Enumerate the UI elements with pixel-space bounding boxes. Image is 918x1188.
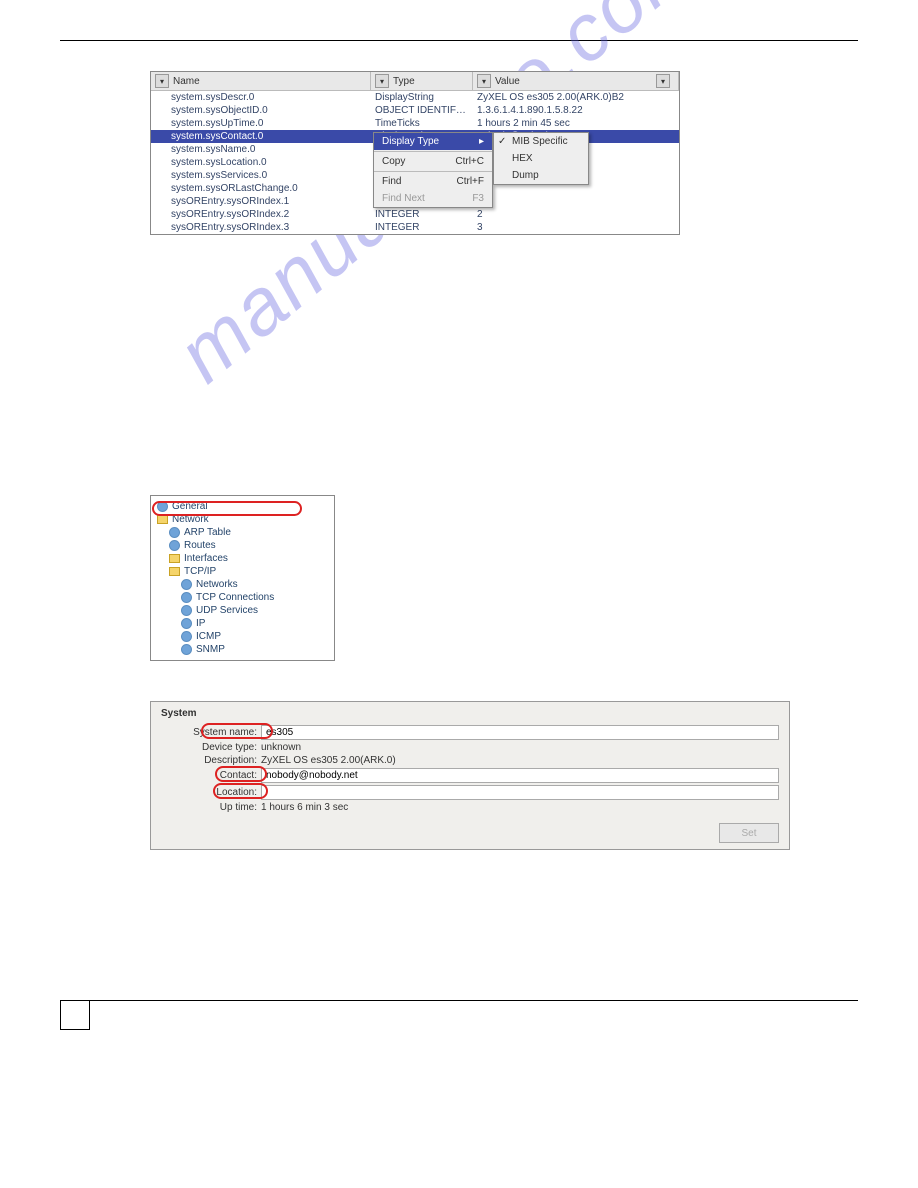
table-row[interactable]: system.sysDescr.0DisplayStringZyXEL OS e… [151,91,679,104]
red-oval-highlight [201,723,273,739]
input-contact[interactable] [261,768,779,783]
table-row[interactable]: sysOREntry.sysORIndex.2INTEGER2 [151,208,679,221]
submenu-display-type: MIB Specific HEX Dump [493,132,589,185]
set-button[interactable]: Set [719,823,779,843]
label-uptime: Up time: [161,802,261,813]
globe-icon [181,644,192,655]
submenu-mib-specific[interactable]: MIB Specific [494,133,588,150]
globe-icon [169,540,180,551]
tree-interfaces[interactable]: Interfaces [151,552,334,565]
tree-routes[interactable]: Routes [151,539,334,552]
col-header-name[interactable]: ▾Name [151,72,371,90]
dropdown-icon[interactable]: ▾ [375,74,389,88]
tree-networks[interactable]: Networks [151,578,334,591]
input-location[interactable] [261,785,779,800]
table-header: ▾Name ▾Type ▾Value▾ [151,72,679,91]
page-number-box [60,1000,90,1030]
globe-icon [181,592,192,603]
menu-display-type[interactable]: Display Type▸ [374,133,492,150]
value-description: ZyXEL OS es305 2.00(ARK.0) [261,755,396,766]
system-panel: System System name: Device type:unknown … [150,701,790,850]
tree-tcpip[interactable]: TCP/IP [151,565,334,578]
globe-icon [169,527,180,538]
submenu-dump[interactable]: Dump [494,167,588,184]
globe-icon [181,605,192,616]
table-row[interactable]: system.sysObjectID.0OBJECT IDENTIF…1.3.6… [151,104,679,117]
label-device-type: Device type: [161,742,261,753]
col-header-value[interactable]: ▾Value▾ [473,72,679,90]
page-footer [60,1000,858,1030]
red-oval-highlight [215,766,267,782]
globe-icon [181,579,192,590]
menu-find[interactable]: FindCtrl+F [374,173,492,190]
label-description: Description: [161,755,261,766]
system-panel-title: System [161,708,779,719]
globe-icon [181,618,192,629]
table-row[interactable]: system.sysUpTime.0TimeTicks1 hours 2 min… [151,117,679,130]
tree-icmp[interactable]: ICMP [151,630,334,643]
dropdown-icon[interactable]: ▾ [155,74,169,88]
folder-icon [157,515,168,524]
dropdown-icon[interactable]: ▾ [656,74,670,88]
menu-copy[interactable]: CopyCtrl+C [374,153,492,170]
value-device-type: unknown [261,742,301,753]
folder-icon [169,554,180,563]
menu-find-next: Find NextF3 [374,190,492,207]
nav-tree: General Network ARP Table Routes Interfa… [150,495,335,661]
folder-icon [169,567,180,576]
tree-general[interactable]: General [151,500,334,513]
tree-snmp[interactable]: SNMP [151,643,334,656]
context-menu: Display Type▸ CopyCtrl+C FindCtrl+F Find… [373,132,493,208]
dropdown-icon[interactable]: ▾ [477,74,491,88]
table-row[interactable]: sysOREntry.sysORIndex.3INTEGER3 [151,221,679,234]
globe-icon [181,631,192,642]
tree-udp-services[interactable]: UDP Services [151,604,334,617]
value-uptime: 1 hours 6 min 3 sec [261,802,348,813]
input-system-name[interactable] [261,725,779,740]
mib-table: ▾Name ▾Type ▾Value▾ system.sysDescr.0Dis… [150,71,680,235]
col-header-type[interactable]: ▾Type [371,72,473,90]
red-oval-highlight [152,501,302,516]
tree-arp-table[interactable]: ARP Table [151,526,334,539]
tree-tcp-connections[interactable]: TCP Connections [151,591,334,604]
submenu-hex[interactable]: HEX [494,150,588,167]
tree-ip[interactable]: IP [151,617,334,630]
red-oval-highlight [213,783,268,799]
